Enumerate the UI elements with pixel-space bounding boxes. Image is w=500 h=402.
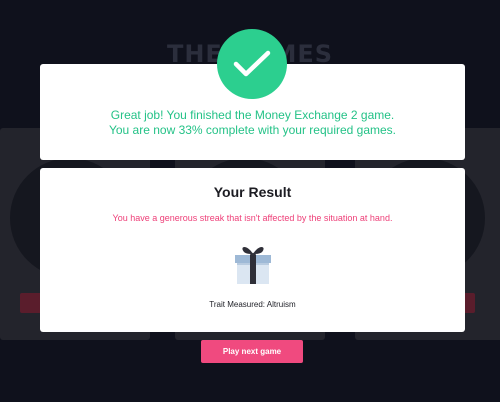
completion-message: Great job! You finished the Money Exchan… [40, 108, 465, 138]
gift-icon [233, 240, 273, 286]
checkmark-icon [217, 29, 287, 99]
completion-line-2: You are now 33% complete with your requi… [108, 123, 397, 137]
trait-measured: Trait Measured: Altruism [209, 300, 296, 309]
play-next-game-button[interactable]: Play next game [201, 340, 303, 363]
result-title: Your Result [213, 184, 292, 200]
completion-line-1: Great job! You finished the Money Exchan… [110, 108, 395, 122]
result-description: You have a generous streak that isn't af… [112, 213, 393, 223]
